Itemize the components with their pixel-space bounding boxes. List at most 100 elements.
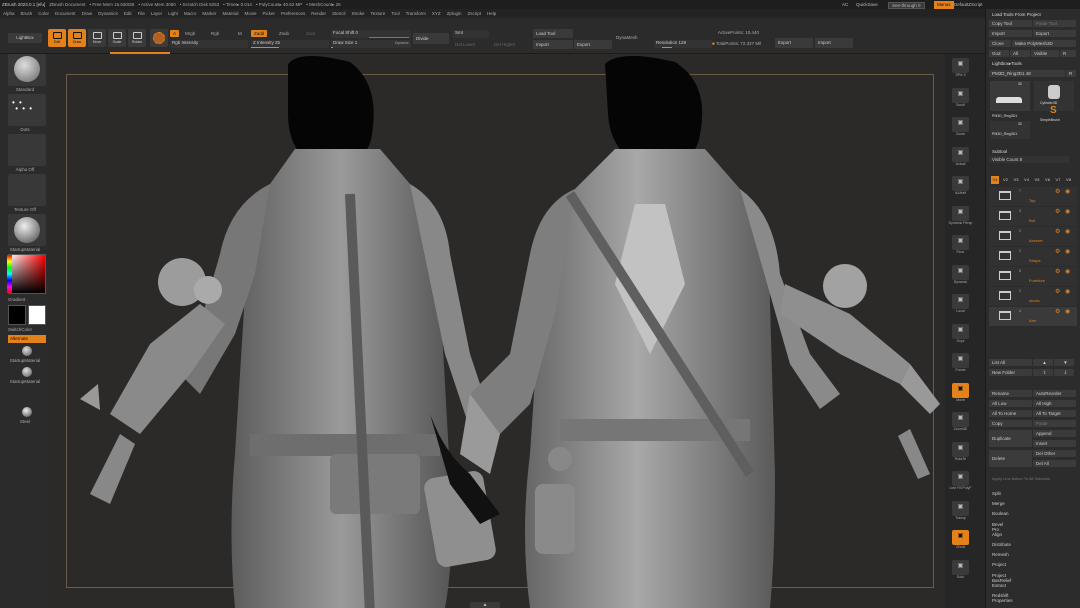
menu-layer[interactable]: Layer — [148, 11, 165, 16]
ac-button[interactable]: AC — [842, 0, 848, 9]
tool-thumb-ring[interactable]: 30 — [990, 81, 1030, 111]
scale-button[interactable]: Scale — [108, 29, 126, 47]
dynamic-persp-button[interactable]: ▣ — [952, 205, 969, 221]
subtool-folder-bot[interactable]: 3 Bot ⚙ ◉ — [989, 207, 1077, 226]
folder-settings-icon[interactable]: ⚙ — [1055, 188, 1060, 195]
menu-document[interactable]: Document — [52, 11, 79, 16]
canvas-viewport[interactable]: ▲ — [50, 54, 945, 608]
solo-button[interactable]: ▣ — [952, 559, 969, 575]
folder-settings-icon[interactable]: ⚙ — [1055, 268, 1060, 275]
menu-picker[interactable]: Picker — [259, 11, 278, 16]
z-intensity-slider[interactable]: Z Intensity 25 — [251, 40, 329, 48]
list-all-button[interactable]: List All — [989, 359, 1032, 366]
line-fill-polyf-button[interactable]: ▣ — [952, 471, 969, 486]
tool-thumb-ring-2[interactable]: 30 PM3D_Ring3D1 — [990, 121, 1030, 139]
export-button[interactable]: Export — [574, 40, 612, 49]
subtool-folder-furniture[interactable]: 5 Furniture ⚙ ◉ — [989, 267, 1077, 286]
subtool-distribute-menu[interactable]: Distribute — [992, 542, 1011, 547]
edit-button[interactable]: Edit — [48, 29, 66, 47]
subtool-merge-menu[interactable]: Merge — [992, 501, 1005, 506]
make-polymesh-button[interactable]: Make PolyMesh3D — [1012, 40, 1076, 47]
all-high-button[interactable]: All High — [1033, 400, 1076, 407]
menu-xyz[interactable]: XYZ — [429, 11, 444, 16]
lightbox-tools-button[interactable]: Lightbox▸Tools — [992, 61, 1022, 67]
all-button[interactable]: All — [1010, 50, 1030, 57]
arrow-up-button[interactable]: ▲ — [1033, 359, 1053, 366]
all-to-home-button[interactable]: All To Home — [989, 410, 1032, 417]
stroke-thumbnail[interactable]: • • • • • — [8, 94, 46, 126]
menu-light[interactable]: Light — [165, 11, 181, 16]
transp-button[interactable]: ▣ — [952, 500, 969, 516]
menu-brush[interactable]: Brush — [18, 11, 36, 16]
resolution-slider[interactable]: Resolution 128 — [654, 40, 712, 48]
subtool-folder-straps[interactable]: 2 Straps ⚙ ◉ — [989, 247, 1077, 266]
import-button[interactable]: Import — [533, 40, 573, 49]
a-toggle[interactable]: A — [170, 30, 180, 37]
menu-material[interactable]: Material — [219, 11, 241, 16]
alternate-toggle[interactable]: Alternate — [8, 335, 46, 343]
version-tab-v4[interactable]: V4 — [1023, 176, 1031, 184]
actual-button[interactable]: ▣ — [952, 146, 969, 162]
rotate-button[interactable]: ▣ — [952, 441, 969, 457]
export2-button[interactable]: Export — [775, 38, 813, 48]
version-tab-v3[interactable]: V3 — [1012, 176, 1020, 184]
see-through-slider[interactable]: See-through 0 — [888, 1, 925, 10]
version-tab-v8[interactable]: V8 — [1065, 176, 1073, 184]
local-button[interactable]: ▣ — [952, 294, 969, 309]
menu-zscript[interactable]: Zscript — [464, 11, 484, 16]
menu-stroke[interactable]: Stroke — [349, 11, 368, 16]
menu-alpha[interactable]: Alpha — [0, 11, 18, 16]
del-other-button[interactable]: Del Other — [1033, 450, 1076, 457]
subtool-split-menu[interactable]: Split — [992, 491, 1001, 496]
floor-button[interactable]: ▣ — [952, 235, 969, 250]
frame-button[interactable]: ▣ — [952, 353, 969, 368]
r-button-2[interactable]: R — [1066, 70, 1076, 77]
zadd-toggle[interactable]: Zadd — [251, 30, 268, 37]
material-small-icon[interactable] — [22, 346, 32, 356]
all-low-button[interactable]: All Low — [989, 400, 1032, 407]
mrgb-toggle[interactable]: Mrgb — [185, 31, 195, 36]
move-button[interactable]: ▣ — [952, 382, 969, 398]
copy-subtool-button[interactable]: Copy — [989, 420, 1032, 427]
version-tab-v2[interactable]: V2 — [1002, 176, 1010, 184]
folder-visibility-icon[interactable]: ◉ — [1065, 188, 1070, 195]
quicksave-button[interactable]: QuickSave — [856, 0, 878, 9]
folder-visibility-icon[interactable]: ◉ — [1065, 268, 1070, 275]
append-button[interactable]: Append — [1033, 430, 1076, 437]
subtool-header[interactable]: Subtool — [992, 149, 1007, 154]
paste-tool-button[interactable]: Paste Tool — [1033, 20, 1076, 27]
menu-zplugin[interactable]: Zplugin — [444, 11, 465, 16]
menu-marker[interactable]: Marker — [199, 11, 219, 16]
zcut-toggle[interactable]: Zcut — [306, 31, 315, 36]
import-tool-button[interactable]: Import — [989, 30, 1032, 37]
ghost-button[interactable]: ▣ — [952, 530, 969, 545]
visible-button[interactable]: Visible — [1031, 50, 1059, 57]
auto-reorder-button[interactable]: AutoReorder — [1033, 390, 1076, 397]
m-toggle[interactable]: M — [238, 31, 242, 36]
subtool-folder-top[interactable]: 7 Top ⚙ ◉ — [989, 187, 1077, 206]
dynamic-button[interactable]: ▣ — [952, 264, 969, 280]
arrow-down-button[interactable]: ▼ — [1054, 359, 1074, 366]
folder-visibility-icon[interactable]: ◉ — [1065, 228, 1070, 235]
smt-toggle[interactable]: Smt — [453, 30, 489, 38]
menu-preferences[interactable]: Preferences — [278, 11, 308, 16]
menu-file[interactable]: File — [135, 11, 148, 16]
r-button[interactable]: R — [1060, 50, 1076, 57]
subtool-bevel-pro-menu[interactable]: Bevel Pro — [992, 522, 1003, 532]
default-zscript-button[interactable]: DefaultZScript — [954, 0, 983, 9]
menu-edit[interactable]: Edit — [121, 11, 135, 16]
menu-stencil[interactable]: Stencil — [329, 11, 349, 16]
version-tab-v5[interactable]: V5 — [1033, 176, 1041, 184]
insert-button[interactable]: Insert — [1033, 440, 1076, 447]
folder-settings-icon[interactable]: ⚙ — [1055, 308, 1060, 315]
subtool-folder-shoes[interactable]: 2 shoes ⚙ ◉ — [989, 287, 1077, 306]
clone-button[interactable]: Clone — [989, 40, 1011, 47]
material-sphere-button[interactable] — [150, 29, 168, 47]
rgb-toggle[interactable]: Rgb — [211, 31, 219, 36]
load-tools-from-project-button[interactable]: Load Tools From Project — [992, 12, 1041, 17]
menus-toggle[interactable]: Menus — [934, 0, 954, 9]
subtool-redshift-properties-menu[interactable]: Redshift Properties — [992, 593, 1013, 603]
rgb-intensity-slider[interactable]: Rgb Intensity — [170, 40, 248, 48]
subtool-align-menu[interactable]: Align — [992, 532, 1002, 537]
move-down-button[interactable]: ⇩ — [1054, 369, 1074, 376]
